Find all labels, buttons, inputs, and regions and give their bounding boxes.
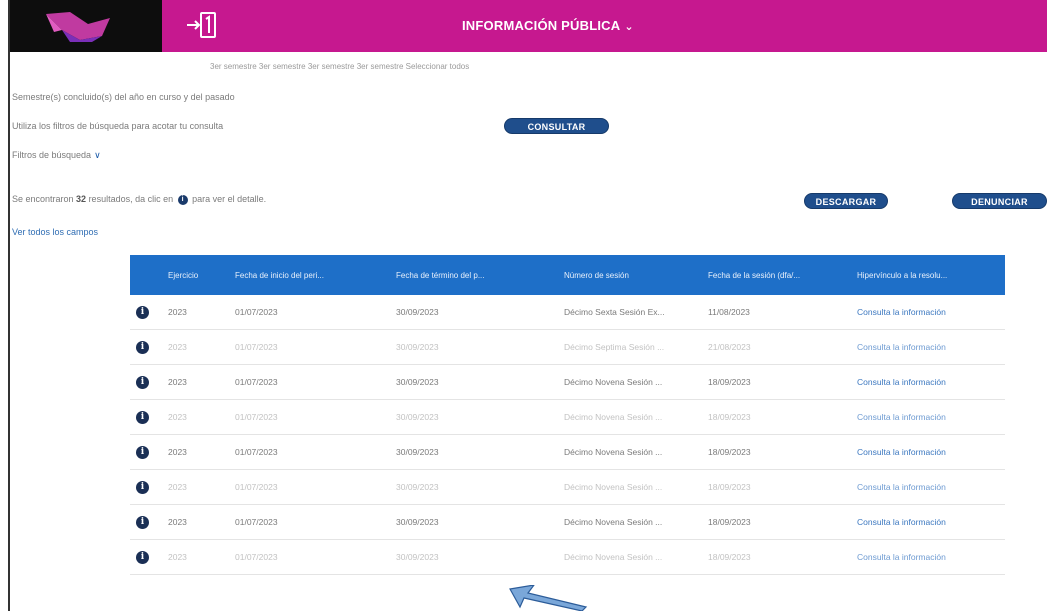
table-header: Ejercicio Fecha de inicio del peri... Fe… [130,255,1005,295]
cell-start-date: 01/07/2023 [235,377,278,387]
logo-mark-icon [46,12,110,42]
public-info-menu-label: INFORMACIÓN PÚBLICA [462,18,621,33]
info-icon[interactable]: i [136,480,149,494]
public-info-menu[interactable]: INFORMACIÓN PÚBLICA ⌄ [462,18,634,33]
results-count: 32 [76,194,87,204]
cell-session-number: Décimo Novena Sesión ... [564,447,663,457]
download-button[interactable]: DESCARGAR [804,193,888,209]
search-filters-label: Filtros de búsqueda [12,150,92,160]
cell-resolution-link[interactable]: Consulta la información [857,552,946,562]
cell-end-date: 30/09/2023 [396,447,439,457]
results-suffix: para ver el detalle. [189,194,267,204]
cell-session-number: Décimo Septima Sesión ... [564,342,665,352]
search-filters-toggle[interactable]: Filtros de búsqueda ∨ [12,150,101,161]
results-prefix: Se encontraron [12,194,77,204]
column-header-start-date[interactable]: Fecha de inicio del peri... [235,271,324,280]
cell-end-date: 30/09/2023 [396,377,439,387]
cell-start-date: 01/07/2023 [235,447,278,457]
cell-session-number: Décimo Novena Sesión ... [564,517,663,527]
login-arrow-icon[interactable] [185,10,219,40]
cell-start-date: 01/07/2023 [235,412,278,422]
semester-note: Semestre(s) concluido(s) del año en curs… [12,92,235,102]
column-header-end-date[interactable]: Fecha de término del p... [396,271,485,280]
cell-session-date: 11/08/2023 [708,307,750,317]
semester-options[interactable]: 3er semestre 3er semestre 3er semestre 3… [210,62,469,71]
info-icon[interactable]: i [136,375,149,389]
info-icon[interactable]: i [136,550,149,564]
cell-start-date: 01/07/2023 [235,342,278,352]
cell-start-date: 01/07/2023 [235,482,278,492]
cell-session-date: 21/08/2023 [708,342,751,352]
pointer-arrow-icon [509,585,588,611]
cell-session-date: 18/09/2023 [708,552,751,562]
cell-resolution-link[interactable]: Consulta la información [857,447,946,457]
consult-button[interactable]: CONSULTAR [504,118,609,134]
cell-session-number: Décimo Sexta Sesión Ex... [564,307,665,317]
cell-ejercicio: 2023 [168,482,187,492]
table-row: i 2023 01/07/2023 30/09/2023 Décimo Novena S… [130,540,1005,575]
column-header-ejercicio[interactable]: Ejercicio [168,271,198,280]
cell-start-date: 01/07/2023 [235,307,278,317]
table-body: i 2023 01/07/2023 30/09/2023 Décimo Sexta Se… [130,295,1005,575]
cell-ejercicio: 2023 [168,342,187,352]
cell-start-date: 01/07/2023 [235,517,278,527]
column-header-resolution-link[interactable]: Hipervínculo a la resolu... [857,271,947,280]
cell-session-number: Décimo Novena Sesión ... [564,482,663,492]
report-button[interactable]: DENUNCIAR [952,193,1047,209]
info-icon[interactable]: i [136,515,149,529]
cell-session-number: Décimo Novena Sesión ... [564,552,663,562]
table-row: i 2023 01/07/2023 30/09/2023 Décimo Novena S… [130,365,1005,400]
cell-resolution-link[interactable]: Consulta la información [857,342,946,352]
column-header-session-number[interactable]: Número de sesión [564,271,629,280]
table-row: i 2023 01/07/2023 30/09/2023 Décimo Novena S… [130,505,1005,540]
top-navigation-bar: INFORMACIÓN PÚBLICA ⌄ [10,0,1047,52]
table-row: i 2023 01/07/2023 30/09/2023 Décimo Novena S… [130,435,1005,470]
cell-session-number: Décimo Novena Sesión ... [564,412,663,422]
cell-session-date: 18/09/2023 [708,412,751,422]
filter-hint: Utiliza los filtros de búsqueda para aco… [12,121,224,131]
cell-session-date: 18/09/2023 [708,447,751,457]
cell-resolution-link[interactable]: Consulta la información [857,482,946,492]
cell-ejercicio: 2023 [168,377,187,387]
table-row: i 2023 01/07/2023 30/09/2023 Décimo Novena S… [130,400,1005,435]
info-icon: i [177,194,188,205]
info-icon[interactable]: i [136,410,149,424]
chevron-down-icon: ⌄ [624,21,634,33]
cell-ejercicio: 2023 [168,552,187,562]
chevron-down-icon: ∨ [94,150,101,160]
cell-session-number: Décimo Novena Sesión ... [564,377,663,387]
cell-ejercicio: 2023 [168,517,187,527]
cell-ejercicio: 2023 [168,307,187,317]
results-table: Ejercicio Fecha de inicio del peri... Fe… [130,255,1005,575]
cell-end-date: 30/09/2023 [396,412,439,422]
view-all-fields-link[interactable]: Ver todos los campos [12,227,98,237]
column-header-session-date[interactable]: Fecha de la sesión (dfa/... [708,271,800,280]
cell-resolution-link[interactable]: Consulta la información [857,517,946,527]
cell-start-date: 01/07/2023 [235,552,278,562]
cell-end-date: 30/09/2023 [396,307,439,317]
cell-session-date: 18/09/2023 [708,377,751,387]
cell-end-date: 30/09/2023 [396,482,439,492]
cell-ejercicio: 2023 [168,412,187,422]
cell-resolution-link[interactable]: Consulta la información [857,307,946,317]
cell-end-date: 30/09/2023 [396,517,439,527]
cell-session-date: 18/09/2023 [708,517,751,527]
cell-resolution-link[interactable]: Consulta la información [857,377,946,387]
cell-end-date: 30/09/2023 [396,552,439,562]
info-icon[interactable]: i [136,340,149,354]
table-row: i 2023 01/07/2023 30/09/2023 Décimo Sexta Se… [130,295,1005,330]
cell-ejercicio: 2023 [168,447,187,457]
results-summary: Se encontraron 32 resultados, da clic en… [12,194,266,205]
table-row: i 2023 01/07/2023 30/09/2023 Décimo Novena S… [130,470,1005,505]
results-middle: resultados, da clic en [86,194,176,204]
cell-session-date: 18/09/2023 [708,482,751,492]
cell-resolution-link[interactable]: Consulta la información [857,412,946,422]
info-icon[interactable]: i [136,305,149,319]
info-icon[interactable]: i [136,445,149,459]
table-row: i 2023 01/07/2023 30/09/2023 Décimo Septima … [130,330,1005,365]
logo-area[interactable] [10,0,162,52]
cell-end-date: 30/09/2023 [396,342,439,352]
